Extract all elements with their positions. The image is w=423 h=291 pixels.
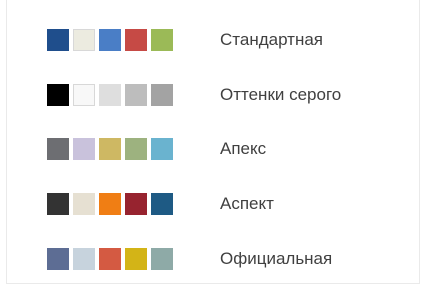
theme-label: Аспект — [220, 194, 274, 213]
color-swatch — [151, 248, 173, 270]
color-swatch — [73, 248, 95, 270]
color-swatch — [73, 84, 95, 106]
color-swatch — [47, 84, 69, 106]
color-swatch — [151, 193, 173, 215]
theme-item-standard[interactable]: Стандартная — [47, 22, 407, 58]
color-swatch — [99, 138, 121, 160]
color-swatch — [125, 84, 147, 106]
color-swatch — [151, 29, 173, 51]
color-swatches — [47, 138, 187, 160]
color-swatch — [151, 138, 173, 160]
color-swatch — [125, 29, 147, 51]
theme-item-apex[interactable]: Апекс — [47, 131, 407, 167]
color-swatch — [73, 138, 95, 160]
color-swatch — [125, 248, 147, 270]
color-theme-menu: Стандартная Оттенки серого Апекс Аспект … — [6, 0, 420, 284]
color-swatch — [99, 29, 121, 51]
color-swatch — [47, 29, 69, 51]
theme-label: Официальная — [220, 249, 333, 268]
theme-label: Апекс — [220, 139, 267, 158]
color-swatch — [99, 248, 121, 270]
theme-label: Стандартная — [220, 30, 324, 49]
theme-label: Оттенки серого — [220, 85, 342, 104]
color-swatch — [151, 84, 173, 106]
color-swatch — [47, 138, 69, 160]
color-swatch — [99, 193, 121, 215]
theme-item-grayscale[interactable]: Оттенки серого — [47, 77, 407, 113]
color-swatches — [47, 248, 187, 270]
color-swatch — [47, 248, 69, 270]
color-swatches — [47, 193, 187, 215]
color-swatch — [73, 193, 95, 215]
theme-item-official[interactable]: Официальная — [47, 241, 407, 277]
color-swatch — [125, 193, 147, 215]
color-swatch — [47, 193, 69, 215]
color-swatch — [99, 84, 121, 106]
theme-item-aspect[interactable]: Аспект — [47, 186, 407, 222]
color-swatches — [47, 84, 187, 106]
color-swatches — [47, 29, 187, 51]
color-swatch — [73, 29, 95, 51]
color-swatch — [125, 138, 147, 160]
